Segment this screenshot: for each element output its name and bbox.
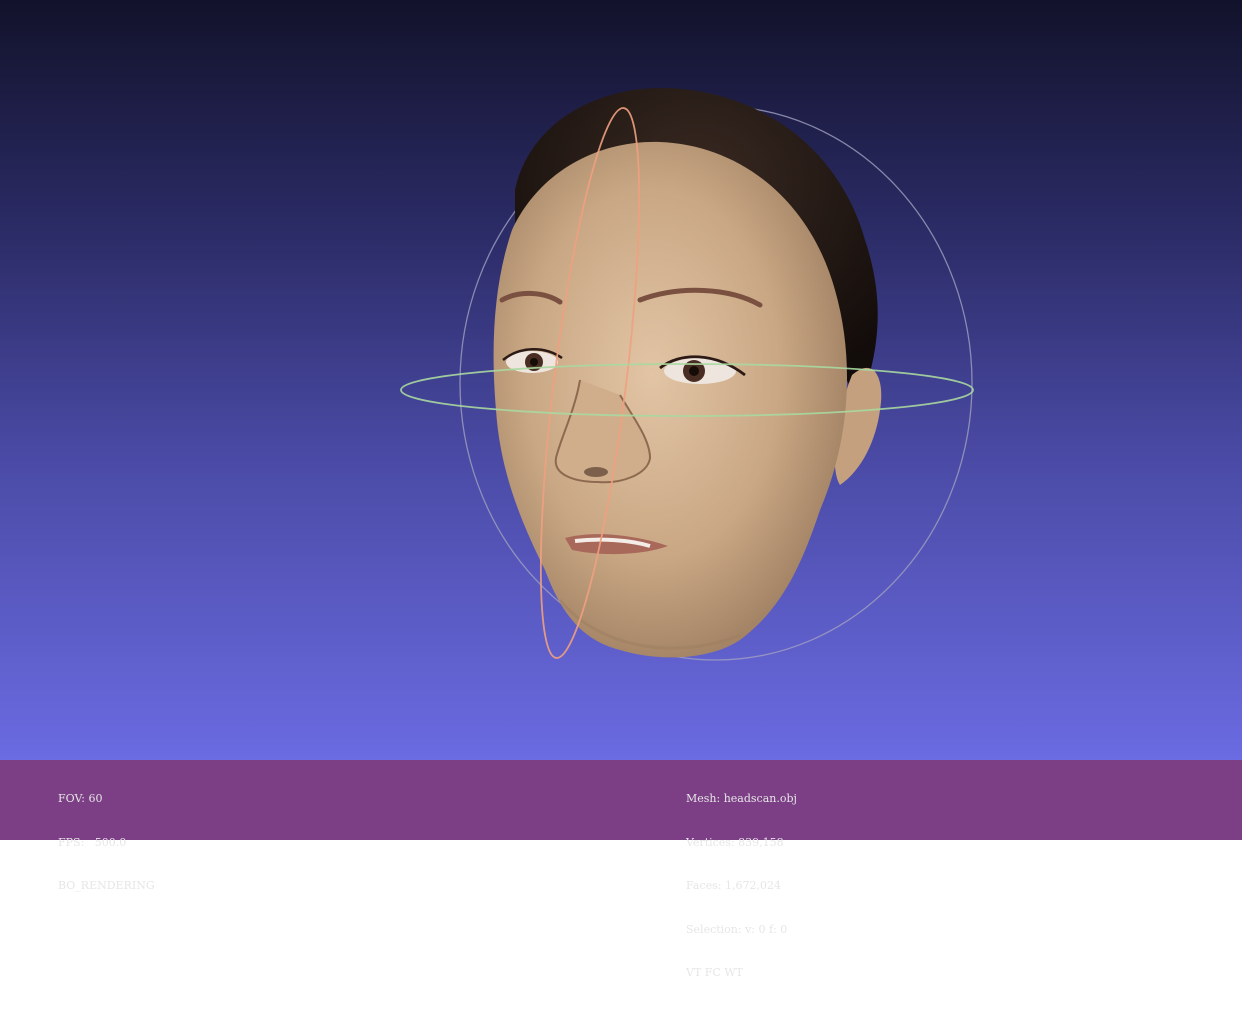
face bbox=[493, 141, 847, 658]
head-model bbox=[493, 88, 882, 658]
fov-label: FOV: 60 bbox=[58, 792, 103, 805]
mesh-info: Mesh: headscan.obj Vertices: 839,158 Fac… bbox=[686, 763, 797, 1010]
selection-label: Selection: v: 0 f: 0 bbox=[686, 922, 788, 936]
scene-canvas[interactable] bbox=[0, 0, 1242, 760]
fps-label: FPS: 500.0 bbox=[58, 835, 127, 849]
mesh-name-label: Mesh: headscan.obj bbox=[686, 792, 797, 805]
render-info: FOV: 60 FPS: 500.0 BO_RENDERING bbox=[58, 763, 155, 923]
render-mode-label: BO_RENDERING bbox=[58, 879, 155, 892]
3d-viewport[interactable] bbox=[0, 0, 1242, 760]
flags-label: VT FC WT bbox=[686, 966, 743, 979]
vertices-label: Vertices: 839,158 bbox=[686, 835, 784, 849]
info-bar: FOV: 60 FPS: 500.0 BO_RENDERING Mesh: he… bbox=[0, 760, 1242, 979]
faces-label: Faces: 1,672,024 bbox=[686, 879, 781, 892]
